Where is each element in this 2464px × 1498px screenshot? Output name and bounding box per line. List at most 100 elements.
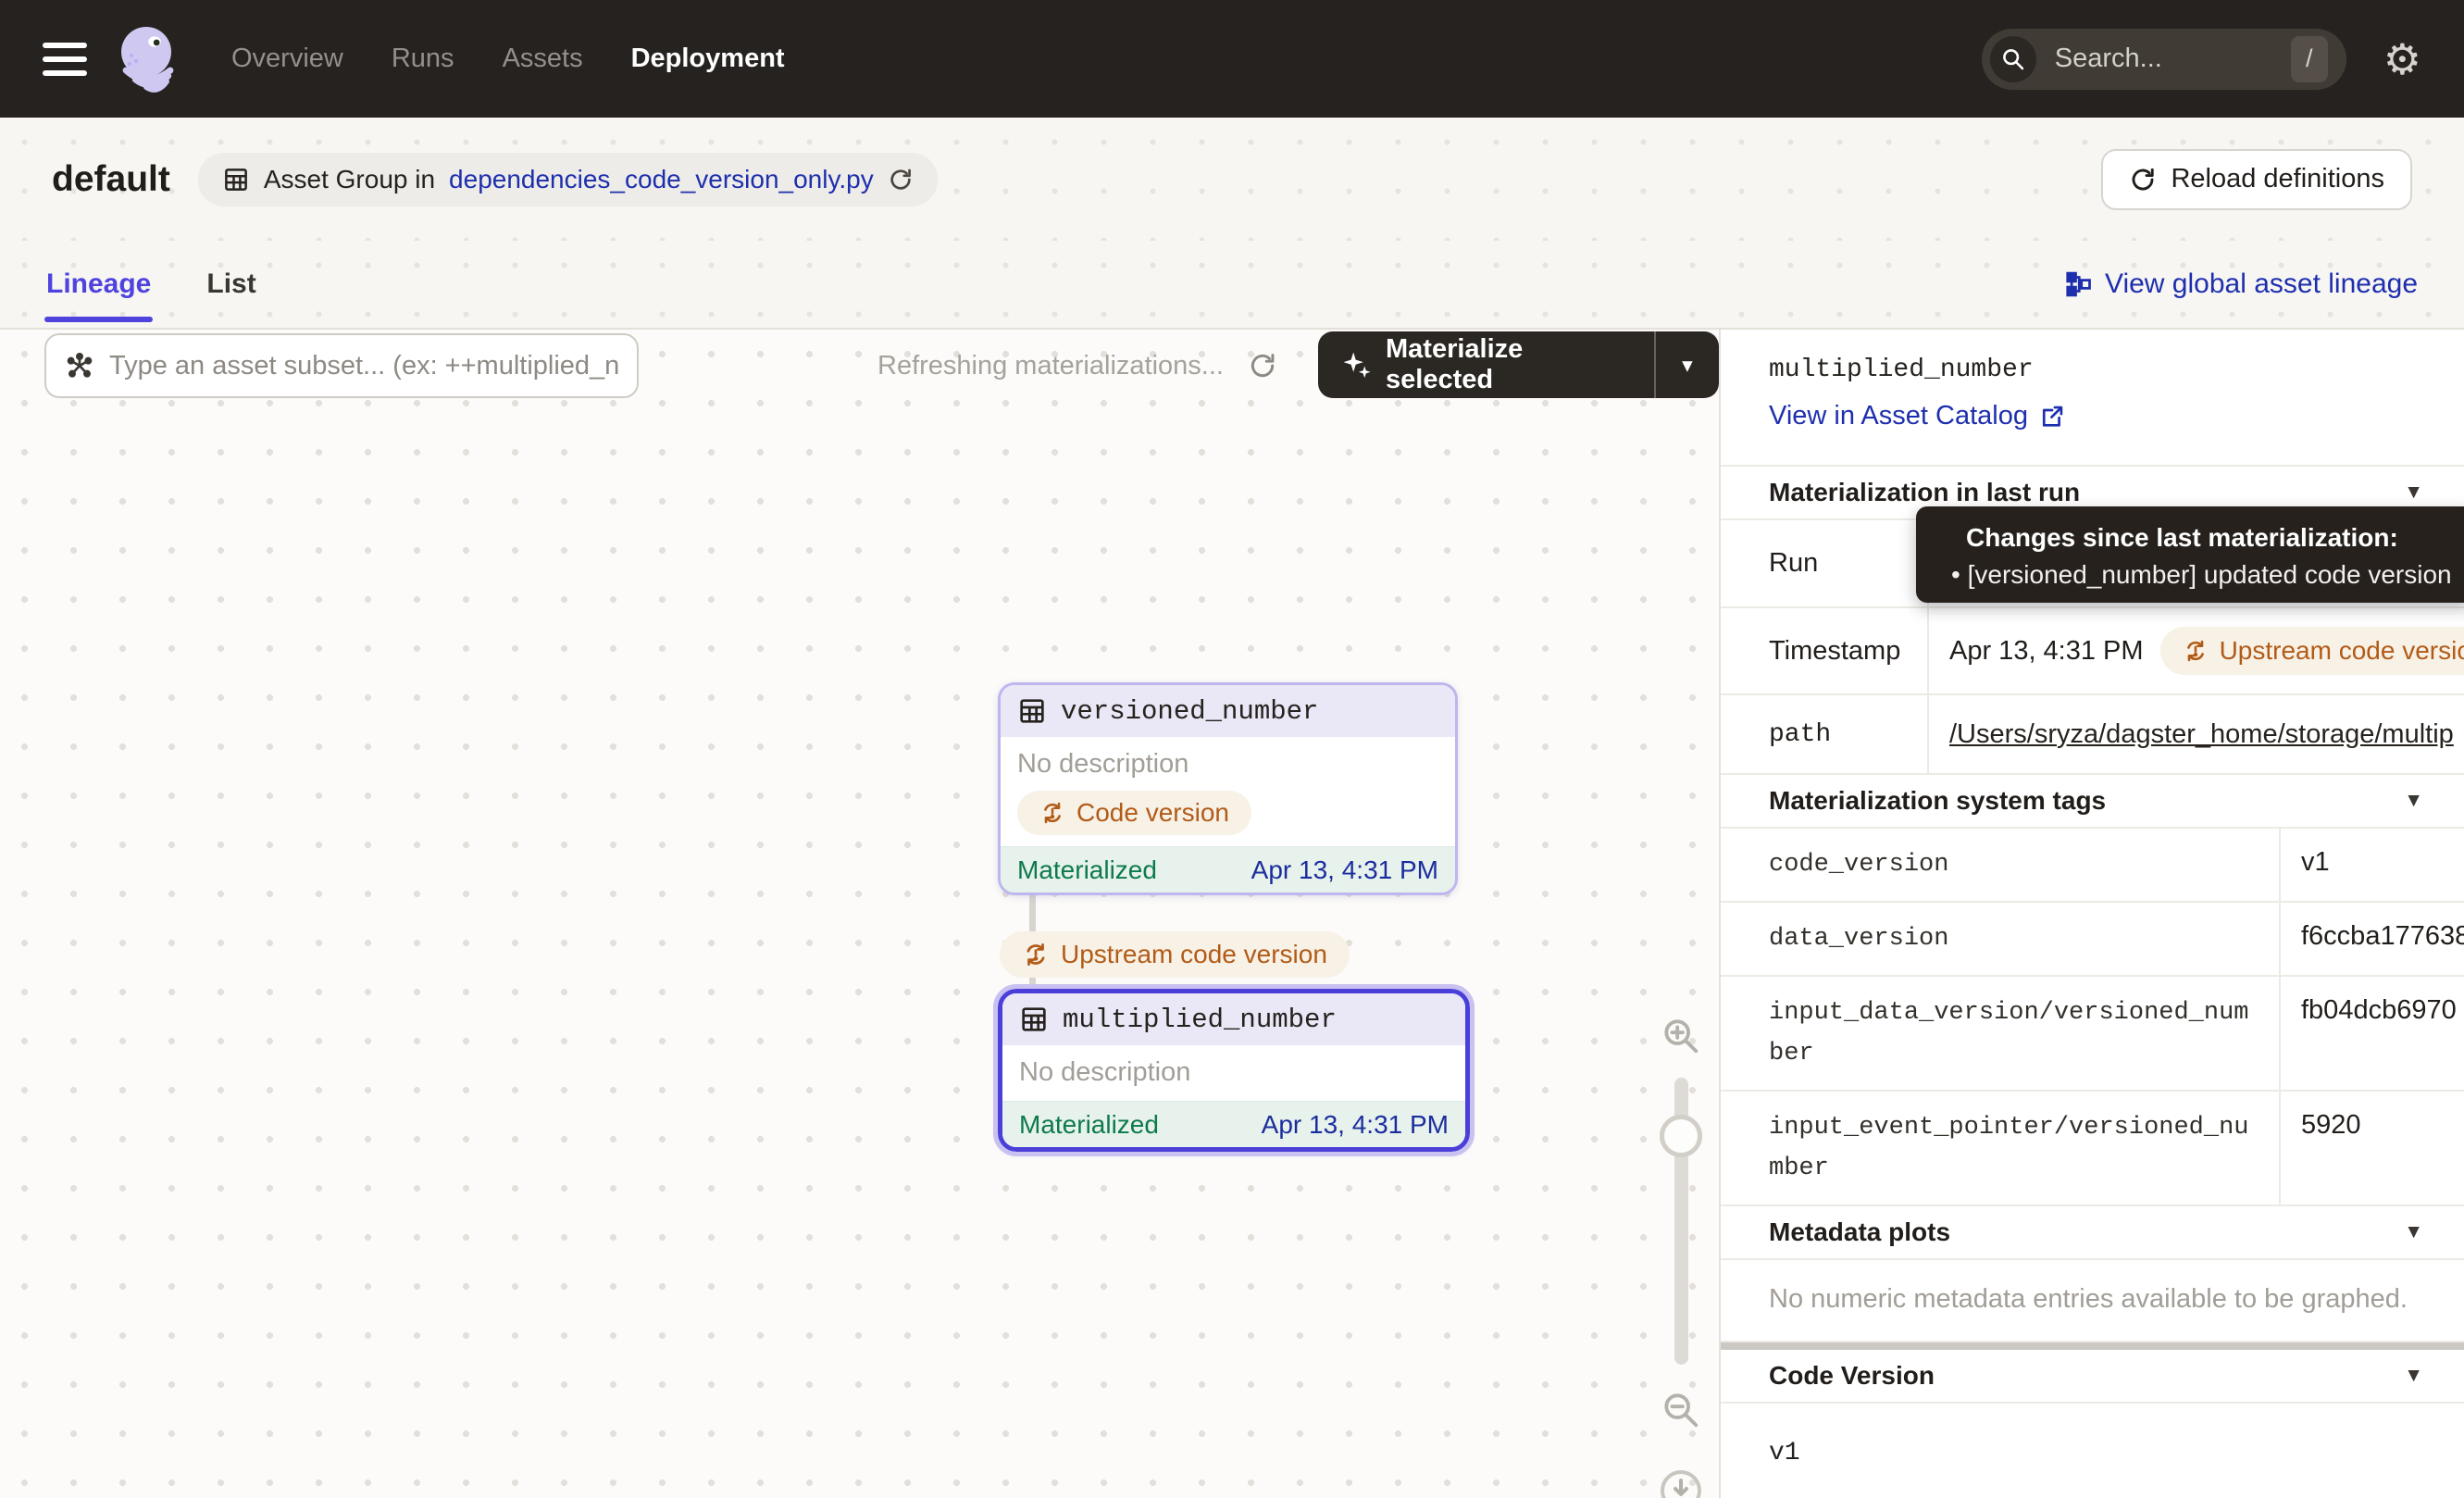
zoom-controls	[1651, 1015, 1711, 1498]
materialized-status: Materialized	[1017, 855, 1157, 885]
section-label: Materialization in last run	[1769, 478, 2080, 507]
tag-row-input-data-version: input_data_version/versioned_number fb04…	[1721, 977, 2464, 1092]
changes-tooltip: Changes since last materialization: • [v…	[1916, 506, 2464, 603]
catalog-link-label: View in Asset Catalog	[1769, 401, 2028, 431]
panel-resize-handle[interactable]	[1721, 1342, 2464, 1350]
group-file-link[interactable]: dependencies_code_version_only.py	[449, 165, 874, 194]
primary-nav: Overview Runs Assets Deployment	[231, 44, 785, 74]
app-root: Overview Runs Assets Deployment Search..…	[0, 0, 2464, 1498]
edge-upstream-code-version-badge: Upstream code version	[1000, 931, 1350, 978]
section-code-version[interactable]: Code Version ▼	[1721, 1350, 2464, 1404]
tag-key: input_event_pointer/versioned_number	[1721, 1092, 2281, 1205]
zoom-slider[interactable]	[1674, 1078, 1688, 1365]
sidebar-asset-title: multiplied_number	[1769, 356, 2464, 384]
sidebar-header: multiplied_number View in Asset Catalog	[1721, 330, 2464, 467]
tooltip-title: Changes since last materialization:	[1966, 523, 2464, 553]
code-version-sync-icon	[1022, 941, 1050, 968]
node-body: No description Code version	[1001, 737, 1455, 846]
tag-value: fb04dcb6970	[2281, 977, 2464, 1090]
asset-node-versioned-number[interactable]: versioned_number No description Code ver…	[998, 682, 1458, 895]
chevron-down-icon[interactable]: ▼	[2404, 1221, 2423, 1243]
page-header: default Asset Group in dependencies_code…	[0, 118, 2464, 241]
timestamp-badge-label: Upstream code version	[2220, 636, 2464, 666]
section-metadata-plots[interactable]: Metadata plots ▼	[1721, 1206, 2464, 1260]
node-body: No description	[1002, 1045, 1465, 1101]
path-label: path	[1721, 695, 1929, 773]
tooltip-item: • [versioned_number] updated code versio…	[1951, 560, 2464, 590]
nav-deployment[interactable]: Deployment	[631, 44, 785, 74]
materialized-timestamp[interactable]: Apr 13, 4:31 PM	[1262, 1110, 1449, 1140]
view-global-asset-lineage-link[interactable]: View global asset lineage	[2064, 268, 2418, 300]
materialize-selected-button[interactable]: Materialize selected ▾	[1318, 331, 1719, 398]
upstream-code-version-badge: Upstream code version	[2160, 627, 2464, 675]
asset-table-icon	[1019, 1005, 1049, 1034]
timestamp-row: Timestamp Apr 13, 4:31 PM Upstream code …	[1721, 608, 2464, 695]
top-nav: Overview Runs Assets Deployment Search..…	[0, 0, 2464, 118]
search-shortcut-badge: /	[2291, 36, 2328, 82]
refreshing-label: Refreshing materializations...	[877, 351, 1224, 381]
chevron-down-icon[interactable]: ▼	[2404, 790, 2423, 812]
edge-badge-label: Upstream code version	[1061, 940, 1327, 969]
tag-key: input_data_version/versioned_number	[1721, 977, 2281, 1090]
dagster-logo-icon[interactable]	[111, 18, 185, 101]
lineage-graph-canvas[interactable]: Refreshing materializations... Materiali…	[0, 330, 1719, 1498]
tabs-row: Lineage List View global asset lineage	[0, 241, 2464, 330]
content: Refreshing materializations... Materiali…	[0, 330, 2464, 1498]
code-version-sync-icon	[2183, 638, 2209, 664]
asset-subset-text-input[interactable]	[109, 351, 618, 381]
tag-row-code-version: code_version v1	[1721, 829, 2464, 903]
search-icon	[1990, 36, 2036, 82]
refreshing-status: Refreshing materializations...	[877, 333, 1277, 398]
node-header: multiplied_number	[1002, 993, 1465, 1045]
node-footer: Materialized Apr 13, 4:31 PM	[1001, 846, 1455, 893]
view-in-asset-catalog-link[interactable]: View in Asset Catalog	[1769, 401, 2065, 431]
asset-description: No description	[1017, 746, 1438, 781]
group-refresh-icon[interactable]	[888, 167, 914, 193]
asset-group-prefix: Asset Group in	[264, 165, 435, 194]
asset-table-icon	[1017, 696, 1047, 726]
materialized-status: Materialized	[1019, 1110, 1159, 1140]
materialized-timestamp[interactable]: Apr 13, 4:31 PM	[1251, 855, 1438, 885]
nav-assets[interactable]: Assets	[503, 44, 583, 74]
asset-group-pill: Asset Group in dependencies_code_version…	[198, 153, 938, 206]
tag-key: code_version	[1721, 829, 2281, 901]
view-global-asset-lineage-label: View global asset lineage	[2105, 268, 2418, 300]
tag-row-data-version: data_version f6ccba177638	[1721, 903, 2464, 977]
chevron-down-icon[interactable]: ▼	[2404, 481, 2423, 504]
hamburger-menu-icon[interactable]	[43, 43, 87, 76]
nav-overview[interactable]: Overview	[231, 44, 343, 74]
nav-right-group: Search... / ⚙	[1982, 29, 2421, 90]
section-label: Metadata plots	[1769, 1217, 1950, 1247]
timestamp-value[interactable]: Apr 13, 4:31 PM	[1949, 636, 2144, 667]
asset-node-multiplied-number[interactable]: multiplied_number No description Materia…	[998, 989, 1470, 1152]
zoom-out-icon[interactable]	[1660, 1389, 1702, 1431]
asset-selection-icon	[65, 351, 94, 381]
tag-value: v1	[2281, 829, 2464, 901]
metadata-plots-empty-note: No numeric metadata entries available to…	[1721, 1260, 2464, 1342]
node-footer: Materialized Apr 13, 4:31 PM	[1002, 1101, 1465, 1147]
reload-definitions-button[interactable]: Reload definitions	[2101, 149, 2412, 210]
asset-name: versioned_number	[1061, 696, 1318, 727]
tab-list[interactable]: List	[206, 241, 255, 328]
zoom-slider-thumb[interactable]	[1660, 1115, 1702, 1157]
zoom-in-icon[interactable]	[1660, 1015, 1702, 1057]
materialize-dropdown-button[interactable]: ▾	[1656, 331, 1719, 398]
download-image-icon[interactable]	[1659, 1468, 1703, 1498]
code-version-sync-icon	[1039, 800, 1065, 826]
tab-lineage[interactable]: Lineage	[46, 241, 151, 328]
chevron-down-icon[interactable]: ▼	[2404, 1365, 2423, 1387]
section-materialization-system-tags[interactable]: Materialization system tags ▼	[1721, 775, 2464, 829]
sparkle-icon	[1340, 349, 1372, 381]
materialize-selected-label: Materialize selected	[1386, 334, 1630, 395]
refreshing-icon[interactable]	[1248, 351, 1277, 381]
nav-runs[interactable]: Runs	[392, 44, 454, 74]
settings-gear-icon[interactable]: ⚙	[2383, 38, 2421, 81]
path-value-link[interactable]: /Users/sryza/dagster_home/storage/multip	[1949, 719, 2454, 750]
lineage-graph-icon	[2064, 270, 2092, 298]
asset-subset-input[interactable]	[44, 333, 639, 398]
tag-value: f6ccba177638	[2281, 903, 2464, 975]
page-title: default	[52, 159, 170, 200]
search-box[interactable]: Search... /	[1982, 29, 2346, 90]
tag-value: 5920	[2281, 1092, 2464, 1205]
node-header: versioned_number	[1001, 685, 1455, 737]
